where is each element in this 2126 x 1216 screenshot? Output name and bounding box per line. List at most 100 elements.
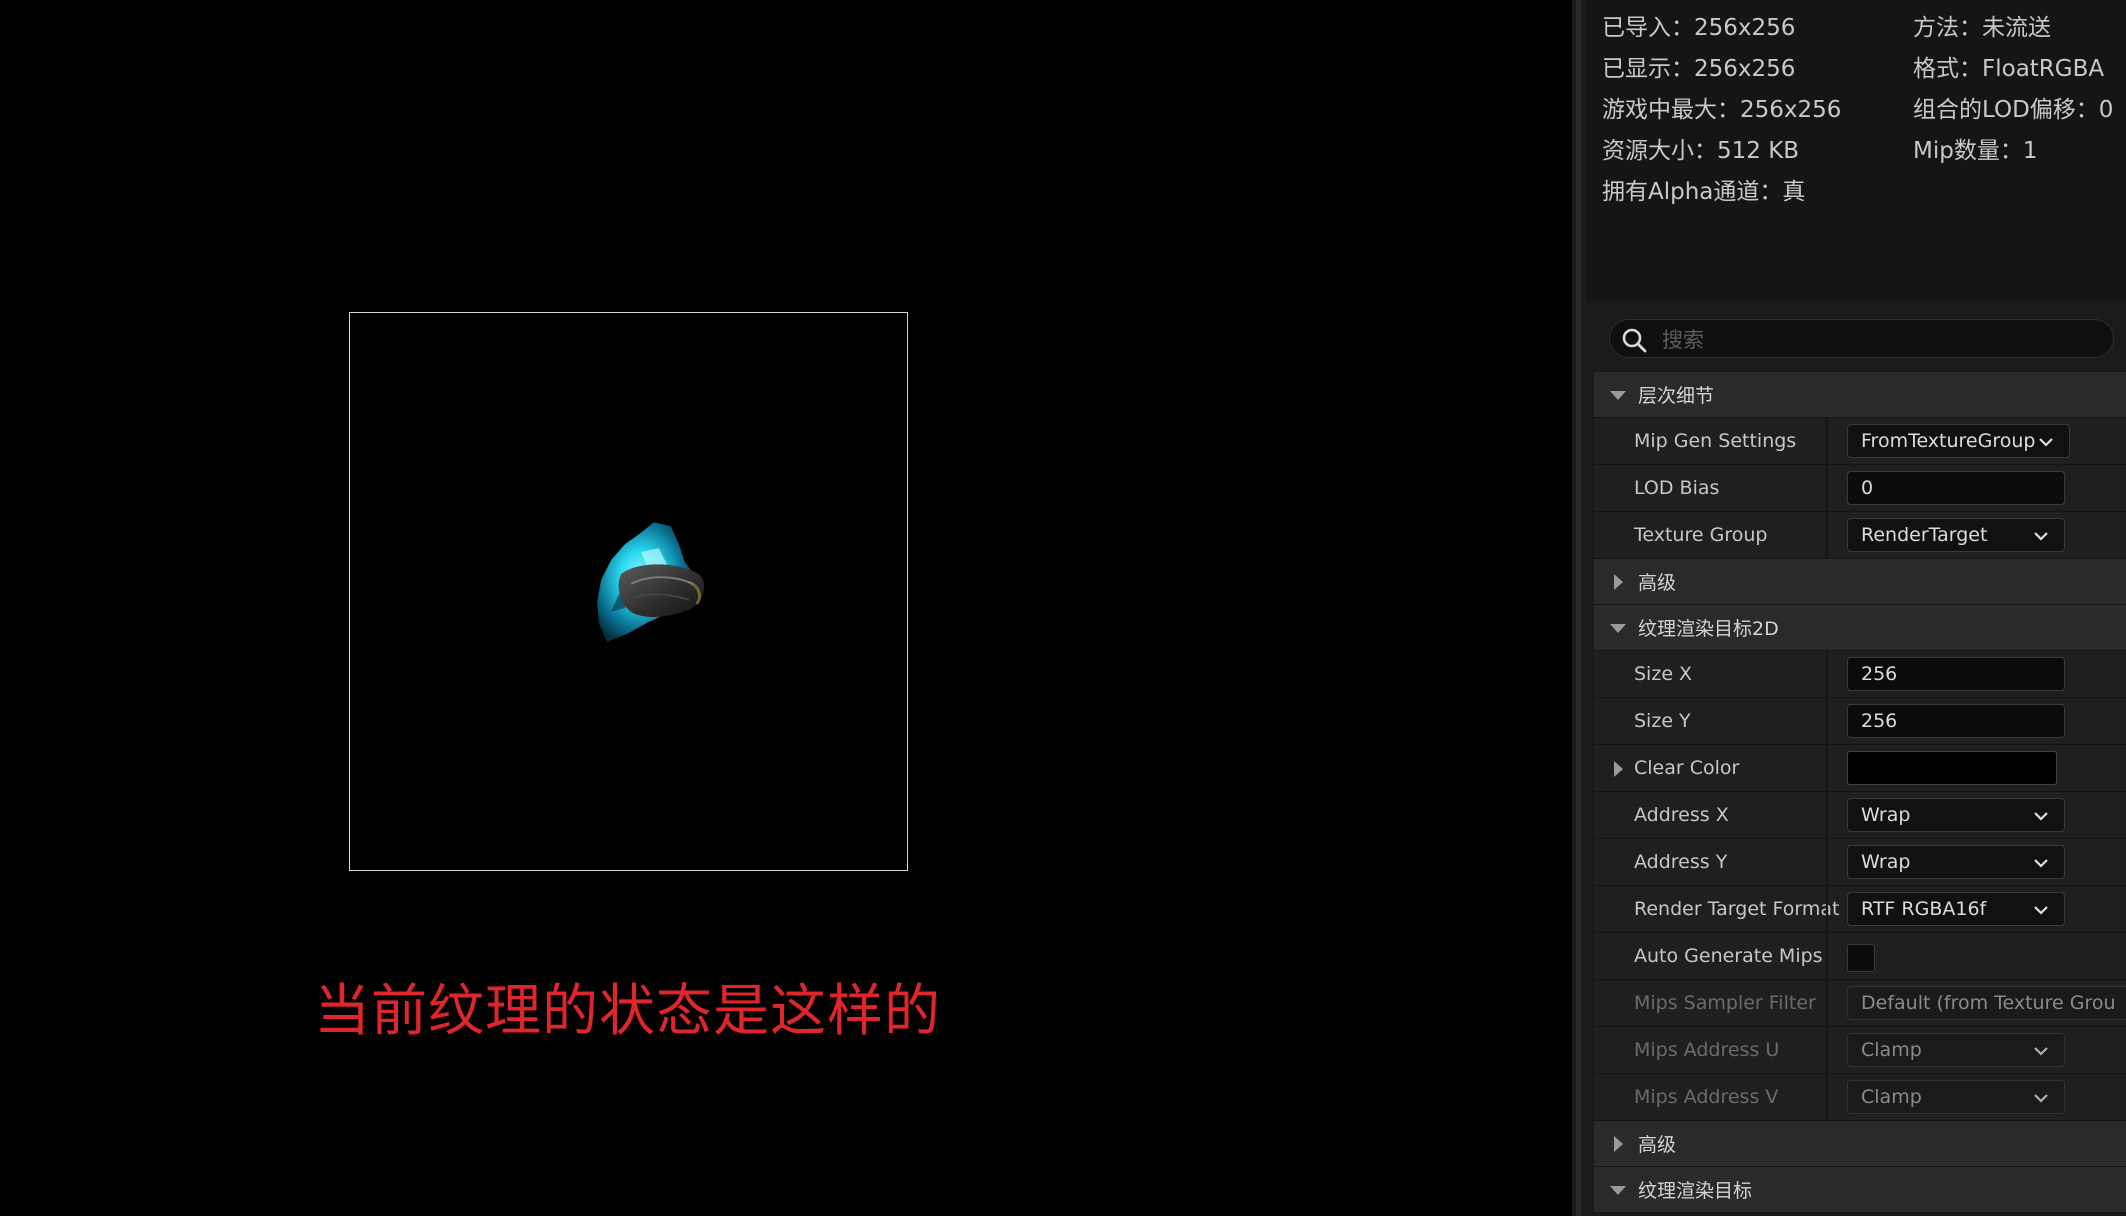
column-divider[interactable] — [1826, 839, 1828, 885]
panel-splitter[interactable] — [1572, 0, 1586, 1216]
texture-preview — [349, 312, 908, 871]
prop-label: Size X — [1634, 663, 1693, 685]
column-divider[interactable] — [1826, 512, 1828, 558]
section-advanced[interactable]: 高级 — [1594, 559, 2126, 605]
column-divider[interactable] — [1826, 418, 1828, 464]
address-y-dropdown[interactable]: Wrap — [1847, 845, 2065, 879]
expand-arrow-icon[interactable] — [1608, 759, 1628, 779]
column-divider[interactable] — [1826, 651, 1828, 697]
dropdown-value: RTF RGBA16f — [1861, 898, 1987, 920]
column-divider[interactable] — [1826, 792, 1828, 838]
section-texture-render-target-2d[interactable]: 纹理渲染目标2D — [1594, 605, 2126, 651]
texture-viewport[interactable]: 当前纹理的状态是这样的 — [0, 0, 1572, 1216]
mips-address-v-dropdown[interactable]: Clamp — [1847, 1080, 2065, 1114]
lod-bias-input[interactable]: 0 — [1847, 471, 2065, 505]
column-divider[interactable] — [1826, 933, 1828, 979]
chevron-down-icon — [2039, 438, 2053, 447]
chevron-down-icon — [2034, 1047, 2048, 1056]
texture-info: 已导入：256x256 已显示：256x256 游戏中最大：256x256 资源… — [1586, 0, 2126, 300]
info-imported: 已导入：256x256 — [1602, 15, 1796, 41]
section-label: 纹理渲染目标 — [1638, 1180, 1753, 1202]
prop-label: Texture Group — [1634, 524, 1768, 546]
mip-gen-settings-dropdown[interactable]: FromTextureGroup — [1847, 424, 2070, 458]
chevron-down-icon — [2034, 906, 2048, 915]
dropdown-value: Clamp — [1861, 1086, 1922, 1108]
info-format: 格式：FloatRGBA — [1913, 56, 2105, 82]
section-lod[interactable]: 层次细节 — [1594, 372, 2126, 418]
auto-generate-mips-checkbox[interactable] — [1847, 944, 1875, 972]
prop-label: Auto Generate Mips — [1634, 945, 1823, 967]
chevron-down-icon — [2034, 1094, 2048, 1103]
clear-color-swatch[interactable] — [1847, 751, 2057, 785]
chevron-down-icon — [2034, 532, 2048, 541]
prop-label: Mips Address V — [1634, 1086, 1779, 1108]
prop-address-y: Address Y Wrap — [1594, 839, 2126, 886]
info-max-in-game: 游戏中最大：256x256 — [1602, 97, 1842, 123]
search-icon — [1622, 328, 1647, 353]
info-combined-lod: 组合的LOD偏移：0 — [1913, 97, 2114, 123]
address-x-dropdown[interactable]: Wrap — [1847, 798, 2065, 832]
details-panel: 已导入：256x256 已显示：256x256 游戏中最大：256x256 资源… — [1586, 0, 2126, 1216]
search-input[interactable] — [1660, 323, 2104, 357]
column-divider[interactable] — [1826, 465, 1828, 511]
prop-lod-bias: LOD Bias 0 — [1594, 465, 2126, 512]
prop-mip-gen-settings: Mip Gen Settings FromTextureGroup — [1594, 418, 2126, 465]
column-divider[interactable] — [1826, 745, 1828, 791]
prop-label: Mip Gen Settings — [1634, 430, 1797, 452]
prop-label: LOD Bias — [1634, 477, 1720, 499]
dropdown-value: Clamp — [1861, 1039, 1922, 1061]
chevron-down-icon — [2034, 859, 2048, 868]
column-divider[interactable] — [1826, 698, 1828, 744]
info-resource-size: 资源大小：512 KB — [1602, 138, 1800, 164]
prop-render-target-format: Render Target Format RTF RGBA16f — [1594, 886, 2126, 933]
section-label: 高级 — [1638, 1134, 1677, 1156]
collapse-arrow-icon — [1610, 390, 1626, 400]
prop-label: Size Y — [1634, 710, 1691, 732]
expand-arrow-icon — [1614, 573, 1623, 590]
prop-size-y: Size Y 256 — [1594, 698, 2126, 745]
dropdown-value: Wrap — [1861, 804, 1911, 826]
texture-group-dropdown[interactable]: RenderTarget — [1847, 518, 2065, 552]
render-target-image — [597, 522, 705, 642]
column-divider[interactable] — [1826, 980, 1828, 1026]
info-has-alpha: 拥有Alpha通道：真 — [1602, 179, 1806, 205]
mips-sampler-filter-dropdown[interactable]: Default (from Texture Grou — [1847, 986, 2126, 1020]
dropdown-value: Default (from Texture Grou — [1861, 992, 2116, 1014]
prop-clear-color: Clear Color — [1594, 745, 2126, 792]
section-label: 层次细节 — [1638, 385, 1715, 407]
prop-mips-address-u: Mips Address U Clamp — [1594, 1027, 2126, 1074]
collapse-arrow-icon — [1610, 623, 1626, 633]
section-label: 纹理渲染目标2D — [1638, 618, 1779, 640]
prop-label: Mips Address U — [1634, 1039, 1780, 1061]
chevron-down-icon — [2034, 812, 2048, 821]
caption-text: 当前纹理的状态是这样的 — [314, 979, 941, 1044]
size-y-input[interactable]: 256 — [1847, 704, 2065, 738]
mips-address-u-dropdown[interactable]: Clamp — [1847, 1033, 2065, 1067]
info-method: 方法：未流送 — [1913, 15, 2051, 41]
column-divider[interactable] — [1826, 1074, 1828, 1120]
section-label: 高级 — [1638, 572, 1677, 594]
prop-mips-address-v: Mips Address V Clamp — [1594, 1074, 2126, 1121]
section-texture-render-target[interactable]: 纹理渲染目标 — [1594, 1167, 2126, 1213]
prop-size-x: Size X 256 — [1594, 651, 2126, 698]
prop-label: Mips Sampler Filter — [1634, 992, 1816, 1014]
section-advanced-2[interactable]: 高级 — [1594, 1121, 2126, 1167]
info-displayed: 已显示：256x256 — [1602, 56, 1796, 82]
prop-label: Address X — [1634, 804, 1729, 826]
column-divider[interactable] — [1826, 886, 1828, 932]
prop-label: Address Y — [1634, 851, 1728, 873]
info-mip-count: Mip数量：1 — [1913, 138, 2038, 164]
collapse-arrow-icon — [1610, 1185, 1626, 1195]
expand-arrow-icon — [1614, 1135, 1623, 1152]
prop-label: Clear Color — [1634, 757, 1740, 779]
prop-mips-sampler-filter: Mips Sampler Filter Default (from Textur… — [1594, 980, 2126, 1027]
dropdown-value: Wrap — [1861, 851, 1911, 873]
prop-auto-generate-mips: Auto Generate Mips — [1594, 933, 2126, 980]
search-box[interactable] — [1609, 319, 2114, 358]
column-divider[interactable] — [1826, 1027, 1828, 1073]
size-x-input[interactable]: 256 — [1847, 657, 2065, 691]
prop-texture-group: Texture Group RenderTarget — [1594, 512, 2126, 559]
dropdown-value: FromTextureGroup — [1861, 430, 2036, 452]
render-target-format-dropdown[interactable]: RTF RGBA16f — [1847, 892, 2065, 926]
property-list: 层次细节 Mip Gen Settings FromTextureGroup L… — [1594, 372, 2126, 1213]
